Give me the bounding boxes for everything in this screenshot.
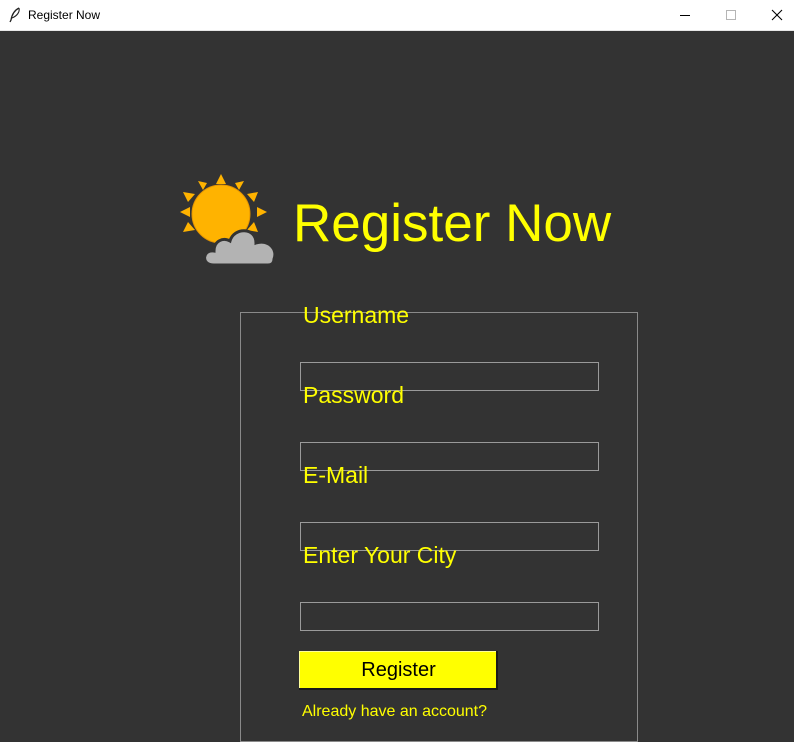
register-button[interactable]: Register xyxy=(299,651,498,690)
window-titlebar: Register Now xyxy=(0,0,794,31)
maximize-button[interactable] xyxy=(708,0,754,30)
login-link[interactable]: Already have an account? xyxy=(302,703,487,721)
email-label: E-Mail xyxy=(303,462,369,488)
window-title: Register Now xyxy=(28,8,101,22)
feather-icon xyxy=(9,7,20,23)
page-title: Register Now xyxy=(293,194,612,253)
username-label: Username xyxy=(303,302,410,328)
city-field[interactable] xyxy=(300,602,599,631)
city-label: Enter Your City xyxy=(303,542,457,568)
minimize-button[interactable] xyxy=(662,0,708,30)
maximize-icon xyxy=(726,10,736,20)
minimize-icon xyxy=(680,15,690,16)
partly-cloudy-icon xyxy=(180,174,277,267)
close-button[interactable] xyxy=(754,0,794,30)
password-label: Password xyxy=(303,382,404,408)
close-icon xyxy=(771,9,783,21)
